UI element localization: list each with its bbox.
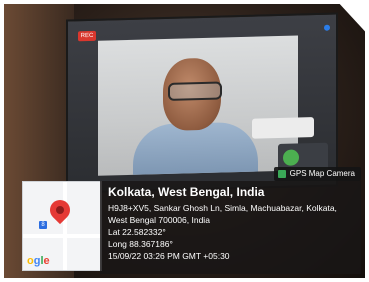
map-road: [63, 182, 67, 270]
gps-info-panel: Kolkata, West Bengal, India H9J8+XV5, Sa…: [100, 181, 361, 274]
rec-badge: REC: [78, 30, 96, 42]
latitude: Lat 22.582332°: [108, 227, 166, 237]
notification-toast: [252, 117, 314, 139]
video-feed: [98, 35, 298, 176]
avatar: [283, 149, 299, 166]
timestamp: 15/09/22 03:26 PM GMT +05:30: [108, 251, 230, 261]
status-dot-icon: [324, 24, 330, 31]
address-line-1: H9J8+XV5, Sankar Ghosh Ln, Simla, Machua…: [108, 203, 337, 213]
gps-badge-label: GPS Map Camera: [289, 169, 355, 178]
google-logo: ogle: [27, 255, 50, 267]
address-line-2: West Bengal 700006, India: [108, 215, 210, 225]
glasses: [168, 81, 222, 101]
longitude: Long 88.367186°: [108, 239, 173, 249]
map-pin-icon: [45, 195, 75, 225]
location-title: Kolkata, West Bengal, India: [108, 185, 265, 199]
map-thumbnail: 8 ogle: [22, 181, 102, 271]
map-road: [23, 234, 101, 238]
gps-camera-badge: GPS Map Camera: [273, 167, 361, 181]
map-marker-icon: 8: [39, 221, 47, 229]
gps-camera-icon: [277, 170, 286, 178]
